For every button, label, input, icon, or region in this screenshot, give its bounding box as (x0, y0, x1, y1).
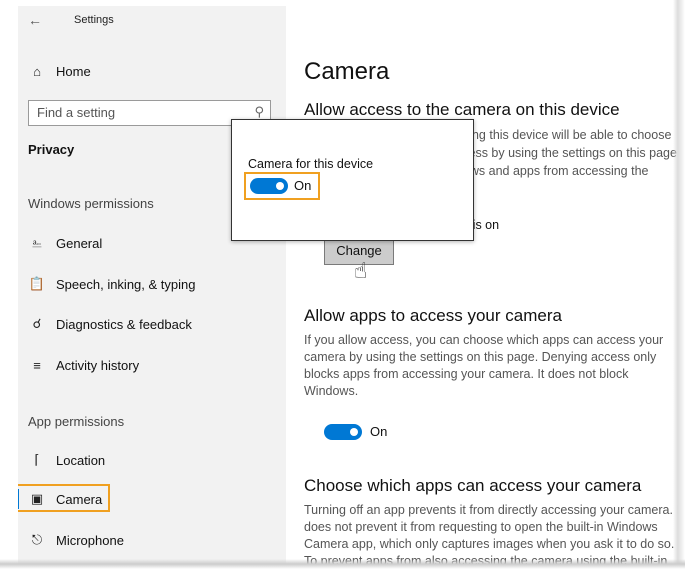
torn-edge-right (673, 0, 685, 569)
windows-permissions-header: Windows permissions (28, 196, 154, 211)
device-access-text-line2: ccess by using the settings on this page… (456, 146, 678, 160)
toggle-knob (350, 428, 358, 436)
device-access-heading: Allow access to the camera on this devic… (304, 100, 620, 119)
settings-window: ← Settings ⌂ Home Find a setting ⚲ Priva… (18, 6, 678, 564)
search-icon[interactable]: ⚲ (254, 104, 264, 120)
sidebar-item-label: Location (56, 452, 106, 468)
sidebar-item-label: Home (56, 63, 91, 79)
selected-indicator (18, 489, 19, 509)
feedback-icon: ☌ (32, 316, 42, 331)
apps-access-toggle-label: On (370, 424, 388, 439)
clipboard-icon: 📋 (28, 276, 46, 291)
sidebar-item-speech[interactable]: 📋 Speech, inking, & typing (28, 273, 196, 295)
sidebar-item-label: Speech, inking, & typing (56, 276, 196, 292)
search-placeholder: Find a setting (37, 105, 116, 120)
choose-apps-text: Turning off an app prevents it from dire… (304, 503, 678, 564)
sidebar-item-label: Diagnostics & feedback (56, 316, 192, 332)
category-heading: Privacy (28, 142, 75, 157)
back-arrow-icon[interactable]: ← (28, 12, 44, 28)
camera-icon: ▣ (30, 491, 44, 506)
sidebar-item-label: Activity history (56, 357, 140, 373)
choose-apps-heading: Choose which apps can access your camera (304, 476, 642, 495)
torn-edge-bottom (0, 559, 685, 569)
sidebar-item-label: Camera (56, 491, 103, 507)
timeline-icon: ≡ (33, 357, 41, 373)
app-permissions-header: App permissions (28, 414, 125, 429)
page-title: Camera (304, 58, 390, 85)
sidebar-item-location[interactable]: ⌈ Location (28, 449, 105, 471)
camera-device-toggle-label: On (294, 178, 312, 193)
sidebar-item-activity[interactable]: ≡ Activity history (28, 354, 139, 376)
device-access-text-line3: dows and apps from accessing the (456, 164, 649, 178)
main-content: Camera Allow access to the camera on thi… (304, 6, 678, 564)
home-icon: ⌂ (33, 63, 41, 79)
sidebar-item-label: General (56, 235, 103, 251)
popup-label: Camera for this device (248, 157, 374, 171)
apps-access-heading: Allow apps to access your camera (304, 306, 562, 325)
sidebar-item-general[interactable]: ⎁ General (28, 232, 102, 254)
sidebar: ← Settings ⌂ Home Find a setting ⚲ Priva… (18, 6, 286, 564)
sidebar-item-home[interactable]: ⌂ Home (28, 60, 91, 82)
lock-icon: ⎁ (31, 235, 43, 250)
hand-cursor-icon: ☝ (354, 258, 368, 283)
apps-access-toggle[interactable] (324, 424, 362, 440)
microphone-icon: ⎋ (31, 532, 43, 547)
camera-device-toggle[interactable] (250, 178, 288, 194)
sidebar-item-microphone[interactable]: ⎋ Microphone (28, 529, 124, 551)
sidebar-item-label: Microphone (56, 532, 124, 548)
sidebar-item-camera[interactable]: ▣ Camera (28, 488, 102, 510)
window-title: Settings (74, 14, 114, 26)
camera-device-popup: Camera for this device On (231, 119, 474, 241)
toggle-knob (276, 182, 284, 190)
device-access-text-line1: using this device will be able to choose (456, 128, 672, 142)
location-icon: ⌈ (34, 452, 40, 467)
apps-access-text: If you allow access, you can choose whic… (304, 333, 664, 398)
sidebar-item-diagnostics[interactable]: ☌ Diagnostics & feedback (28, 313, 192, 335)
